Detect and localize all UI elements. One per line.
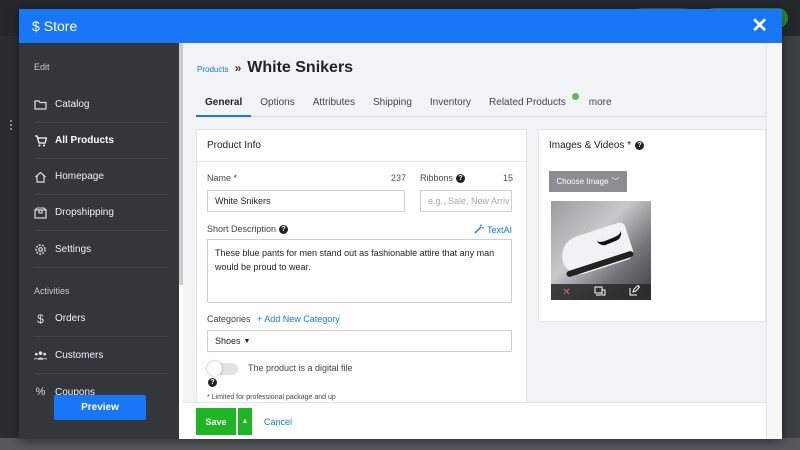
tab-general[interactable]: General — [196, 93, 252, 117]
caret-down-icon: ▼ — [243, 337, 251, 345]
thumbnail-actions: ✕ — [551, 284, 651, 300]
short-description-label-text: Short Description — [207, 224, 277, 234]
sidebar-item-all-products[interactable]: All Products — [34, 123, 168, 159]
background-strip — [0, 36, 18, 450]
ribbons-char-counter: 15 — [503, 173, 514, 183]
dollar-icon: $ — [37, 311, 44, 326]
limited-note: * Limited for professional package and u… — [207, 394, 336, 401]
ribbons-label-text: Ribbons — [420, 173, 454, 183]
tab-shipping[interactable]: Shipping — [364, 93, 421, 117]
product-info-card: Product Info Name * 237 White Snikers Ri… — [196, 129, 527, 408]
short-description-textarea[interactable]: These blue pants for men stand out as fa… — [207, 239, 512, 303]
home-icon — [34, 170, 47, 183]
breadcrumb-separator: » — [234, 61, 242, 75]
delete-icon[interactable]: ✕ — [562, 287, 570, 298]
sidebar-item-label: All Products — [55, 135, 114, 146]
add-category-link[interactable]: + Add New Category — [257, 314, 340, 324]
users-icon — [34, 349, 47, 362]
save-button[interactable]: Save — [196, 408, 236, 435]
dollar-icon: $ — [32, 18, 40, 34]
tab-options[interactable]: Options — [251, 93, 303, 117]
sidebar: Edit Catalog All Products Homepage Drops… — [19, 43, 179, 439]
cancel-button[interactable]: Cancel — [264, 417, 292, 427]
product-info-title: Product Info — [197, 130, 526, 162]
edit-icon[interactable] — [629, 284, 640, 299]
category-select[interactable]: Shoes ▼ — [207, 330, 512, 352]
main-scrollbar[interactable] — [766, 43, 782, 439]
product-editor-modal: $ Store ✕ Edit Catalog All Products Home… — [19, 9, 782, 439]
preview-button[interactable]: Preview — [54, 395, 146, 420]
product-image-thumbnail[interactable]: ✕ — [551, 201, 651, 300]
cart-icon — [34, 134, 47, 147]
images-title: Images & Videos * ? — [539, 130, 765, 161]
tab-related-products[interactable]: Related Products — [480, 93, 580, 117]
sidebar-item-label: Catalog — [55, 99, 90, 110]
magic-wand-icon — [474, 224, 484, 236]
images-title-text: Images & Videos * — [549, 140, 632, 151]
tab-inventory[interactable]: Inventory — [421, 93, 480, 117]
modal-footer: Save ▲ Cancel — [183, 402, 766, 439]
help-icon[interactable]: ? — [635, 141, 645, 150]
sidebar-item-label: Customers — [55, 350, 104, 361]
choose-image-button[interactable]: Choose Image ﹀ — [549, 171, 627, 192]
folder-icon — [34, 98, 47, 111]
sidebar-item-homepage[interactable]: Homepage — [34, 159, 168, 195]
save-options-caret-icon[interactable]: ▲ — [238, 408, 252, 435]
breadcrumb-products-link[interactable]: Products — [197, 65, 229, 74]
tab-bar: General Options Attributes Shipping Inve… — [196, 93, 766, 117]
name-char-counter: 237 — [391, 173, 407, 183]
name-input[interactable]: White Snikers — [207, 190, 405, 212]
textai-label: TextAI — [487, 225, 513, 235]
textai-button[interactable]: TextAI — [474, 224, 512, 236]
sidebar-item-label: Dropshipping — [55, 207, 114, 218]
modal-header: $ Store ✕ — [19, 9, 782, 43]
notification-dot — [571, 93, 579, 100]
help-icon[interactable]: ? — [279, 224, 289, 234]
modal-title: $ Store — [32, 18, 77, 34]
help-icon[interactable]: ? — [208, 378, 217, 387]
choose-image-label: Choose Image — [556, 177, 609, 186]
sidebar-section-activities: Activities — [34, 286, 70, 296]
digital-file-toggle[interactable] — [207, 361, 238, 376]
short-description-label: Short Description ? — [207, 224, 289, 234]
close-icon[interactable]: ✕ — [751, 16, 768, 36]
ribbons-input[interactable]: e.g., Sale, New Arriv — [420, 190, 512, 212]
sidebar-item-settings[interactable]: Settings — [34, 232, 168, 268]
category-value: Shoes — [215, 336, 241, 346]
page-title: White Snikers — [247, 59, 354, 76]
chevron-down-icon: ﹀ — [611, 177, 620, 186]
sidebar-item-catalog[interactable]: Catalog — [34, 87, 168, 123]
sidebar-item-label: Homepage — [55, 171, 104, 182]
background-right-strip — [782, 36, 800, 450]
sidebar-section-edit: Edit — [34, 62, 50, 72]
images-card: Images & Videos * ? Choose Image ﹀ ✕ — [538, 129, 766, 322]
tab-attributes[interactable]: Attributes — [304, 93, 364, 117]
name-label: Name * — [207, 173, 238, 183]
gear-icon — [34, 243, 47, 256]
main-content: Products » White Snikers General Options… — [183, 43, 766, 439]
tab-more[interactable]: more — [580, 93, 621, 117]
digital-file-label: The product is a digital file — [248, 363, 353, 373]
modal-title-text: Store — [43, 18, 78, 34]
ribbons-label: Ribbons ? — [420, 173, 466, 183]
breadcrumb: Products » White Snikers — [197, 59, 353, 77]
background-bottom-strip — [0, 438, 800, 450]
sidebar-item-customers[interactable]: Customers — [34, 338, 168, 374]
help-icon[interactable]: ? — [456, 173, 466, 183]
sidebar-item-dropshipping[interactable]: Dropshipping — [34, 195, 168, 231]
sidebar-item-label: Orders — [55, 313, 86, 324]
sidebar-item-label: Settings — [55, 244, 92, 255]
box-icon — [34, 206, 47, 219]
categories-label: Categories — [207, 314, 251, 324]
percent-icon: % — [35, 386, 46, 398]
sidebar-item-orders[interactable]: $ Orders — [34, 301, 168, 337]
devices-icon[interactable] — [594, 286, 606, 299]
tab-label: Related Products — [489, 97, 566, 108]
